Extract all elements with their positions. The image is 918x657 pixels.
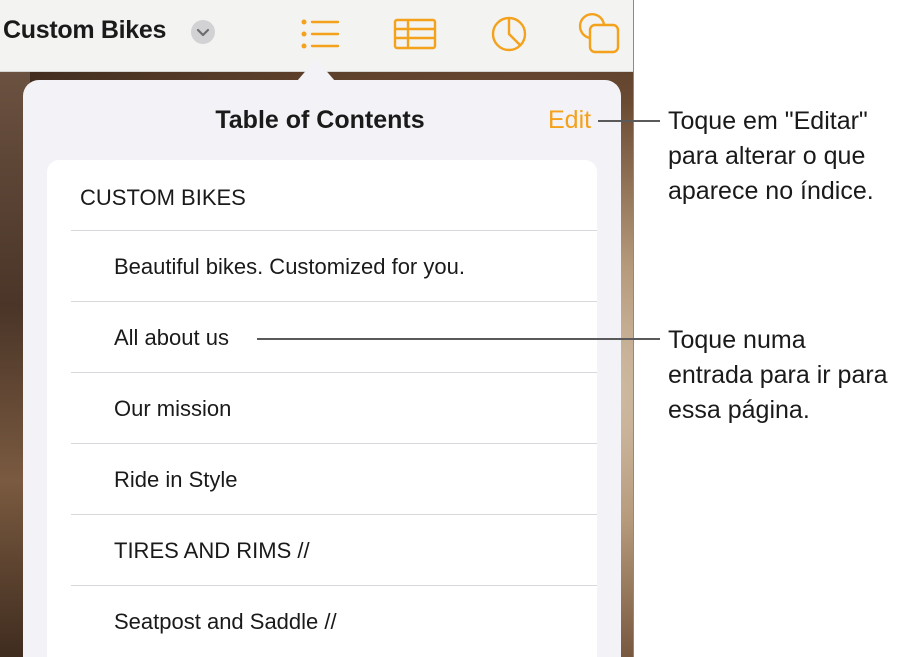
- table-icon[interactable]: [393, 12, 437, 56]
- callout-leader-line: [598, 120, 660, 122]
- toc-item[interactable]: TIRES AND RIMS //: [47, 515, 597, 586]
- list-icon[interactable]: [298, 12, 342, 56]
- toc-item[interactable]: CUSTOM BIKES: [47, 160, 597, 231]
- popover-title: Table of Contents: [215, 106, 425, 134]
- toc-item[interactable]: Seatpost and Saddle //: [47, 586, 597, 657]
- app-screen: Custom Bikes Table of Contents Edit CUST…: [0, 0, 634, 657]
- callout-leader-line: [257, 338, 660, 340]
- toc-item-label: All about us: [114, 325, 229, 350]
- toc-item[interactable]: Our mission: [47, 373, 597, 444]
- toc-item[interactable]: Beautiful bikes. Customized for you.: [47, 231, 597, 302]
- toc-item-label: Our mission: [114, 396, 232, 421]
- callout-entry: Toque numa entrada para ir para essa pág…: [668, 326, 888, 424]
- toc-item-label: CUSTOM BIKES: [80, 185, 246, 210]
- edit-button[interactable]: Edit: [548, 106, 591, 135]
- shape-icon[interactable]: [578, 12, 622, 56]
- toc-list: CUSTOM BIKES Beautiful bikes. Customized…: [47, 160, 597, 657]
- chevron-down-icon[interactable]: [191, 20, 215, 44]
- document-title[interactable]: Custom Bikes: [3, 16, 166, 45]
- callout-edit: Toque em "Editar" para alterar o que apa…: [668, 107, 874, 205]
- toc-item-label: TIRES AND RIMS //: [114, 538, 310, 563]
- toc-item-label: Beautiful bikes. Customized for you.: [114, 254, 465, 279]
- toc-item-label: Seatpost and Saddle //: [114, 609, 337, 634]
- chart-icon[interactable]: [487, 12, 531, 56]
- toc-item[interactable]: Ride in Style: [47, 444, 597, 515]
- popover-arrow: [297, 59, 335, 81]
- toc-item-label: Ride in Style: [114, 467, 238, 492]
